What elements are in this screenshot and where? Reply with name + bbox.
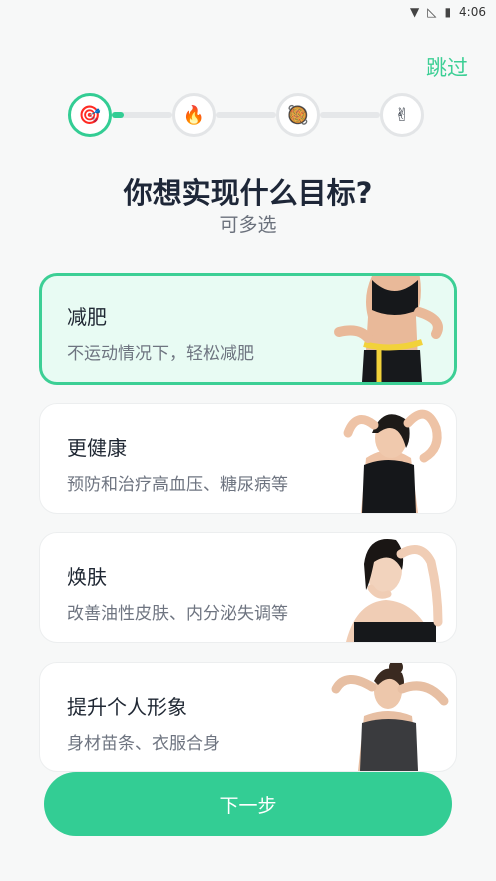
goal-card-skin[interactable]: 焕肤 改善油性皮肤、内分泌失调等 (39, 532, 457, 643)
next-step-button[interactable]: 下一步 (44, 772, 452, 836)
wifi-icon: ▼ (409, 5, 420, 19)
page-subtitle: 可多选 (219, 214, 277, 236)
goal-card-lose-weight[interactable]: 减肥 不运动情况下，轻松减肥 (39, 273, 457, 385)
goal-description: 不运动情况下，轻松减肥 (67, 344, 254, 364)
woman-stretching-photo (343, 409, 442, 513)
woman-posing-photo (331, 663, 449, 771)
status-time: 4:06 (459, 5, 486, 19)
goal-description: 改善油性皮肤、内分泌失调等 (67, 604, 288, 624)
stepper-progress (112, 112, 124, 118)
goal-description: 身材苗条、衣服合身 (67, 734, 220, 754)
goal-name: 焕肤 (67, 565, 107, 589)
status-bar: ▼ ◺ ▮ 4:06 (0, 0, 496, 24)
goal-card-image[interactable]: 提升个人形象 身材苗条、衣服合身 (39, 662, 457, 772)
signal-icon: ◺ (427, 5, 437, 19)
goal-description: 预防和治疗高血压、糖尿病等 (67, 475, 288, 495)
step-target: 🎯 (68, 93, 112, 137)
goal-name: 减肥 (67, 305, 107, 329)
step-victory: ✌ (380, 93, 424, 137)
victory-hand-icon: ✌ (394, 104, 410, 126)
target-icon: 🎯 (78, 104, 102, 126)
stepper-track-3 (320, 112, 380, 118)
skip-button[interactable]: 跳过 (426, 52, 468, 82)
food-pan-icon: 🥘 (286, 104, 310, 126)
step-food: 🥘 (276, 93, 320, 137)
progress-stepper: 🎯 🔥 🥘 ✌ (68, 93, 428, 137)
step-fire: 🔥 (172, 93, 216, 137)
page-title: 你想实现什么目标? (123, 176, 373, 210)
goal-name: 提升个人形象 (67, 695, 187, 719)
woman-waist-measure-photo (324, 276, 454, 382)
fire-icon: 🔥 (182, 104, 206, 126)
goal-name: 更健康 (67, 436, 127, 460)
battery-icon: ▮ (444, 5, 452, 19)
stepper-track-2 (216, 112, 276, 118)
woman-portrait-photo (346, 539, 443, 642)
goal-card-healthier[interactable]: 更健康 预防和治疗高血压、糖尿病等 (39, 403, 457, 514)
